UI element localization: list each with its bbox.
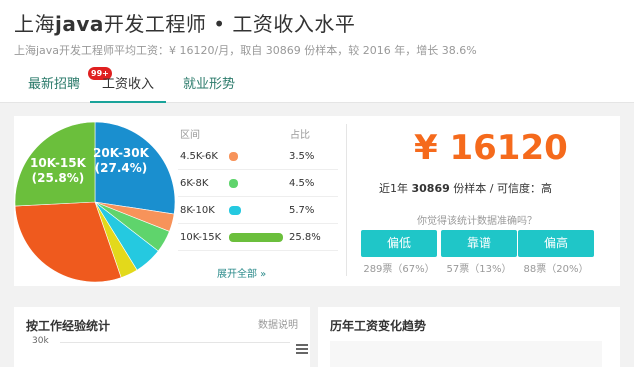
tab-salary[interactable]: 工资收入 [90,72,166,103]
column-header-range: 区间 [180,130,200,141]
axis-tick-label: 30k [32,336,49,346]
table-row: 4.5K-6K 3.5% [178,143,338,170]
pie-label-20k-30k-range: 20K-30K [93,146,149,160]
trend-card: 历年工资变化趋势 [318,307,620,367]
title-suffix: 开发工程师 • 工资收入水平 [103,12,356,36]
axis-gridline [60,342,290,343]
tab-latest-jobs-label: 最新招聘 [27,77,80,92]
sample-info: 近1年 30869 份样本 / 可信度：高 [379,180,552,196]
row-range: 6K-8K [180,178,209,189]
table-row: 8K-10K 5.7% [178,197,338,224]
vote-high-count: 88票（20%） [523,264,589,275]
vote-high-button[interactable]: 偏高 [518,230,594,257]
page-title: 上海java开发工程师 • 工资收入水平 [14,8,355,37]
page-header: 上海java开发工程师 • 工资收入水平 上海java开发工程师平均工资：¥ 1… [0,0,634,103]
row-pct: 5.7% [289,205,315,216]
vote-reliable-count: 57票（13%） [446,264,512,275]
table-row: 6K-8K 4.5% [178,170,338,197]
sample-suffix: 份样本 / 可信度：高 [449,182,552,195]
vote-low-count: 289票（67%） [363,264,435,275]
pie-label-10k-15k-pct: (25.8%) [31,171,85,185]
divider [346,124,347,276]
tab-latest-jobs[interactable]: 最新招聘 99+ [26,67,112,103]
salary-subtitle: 上海java开发工程师平均工资：¥ 16120/月，取自 30869 份样本，较… [14,44,477,57]
pie-label-10k-15k: 10K-15K (25.8%) [30,156,86,186]
tab-employment[interactable]: 就业形势 [178,72,240,103]
vote-reliable-button[interactable]: 靠谱 [441,230,517,257]
row-bar [229,179,239,188]
experience-card: 按工作经验统计 数据说明 30k [14,307,310,367]
row-pct: 3.5% [289,151,315,162]
table-row: 10K-15K 25.8% [178,224,338,251]
row-pct: 4.5% [289,178,315,189]
vote-low-button[interactable]: 偏低 [361,230,437,257]
trend-chart-area [330,341,602,367]
row-range: 4.5K-6K [180,151,218,162]
title-prefix: 上海 [14,12,55,36]
experience-card-title: 按工作经验统计 [26,319,111,333]
accuracy-question: 你觉得该统计数据准确吗？ [417,216,537,227]
row-range: 10K-15K [180,232,222,243]
row-bar [229,152,238,161]
row-bar [229,233,283,242]
row-range: 8K-10K [180,205,215,216]
pie-label-10k-15k-range: 10K-15K [30,156,86,170]
expand-all-link[interactable]: 展开全部 » [217,265,266,280]
sample-count: 30869 [411,182,450,195]
sample-prefix: 近1年 [379,182,412,195]
average-salary: ¥ 16120 [414,128,568,168]
chart-menu-icon[interactable] [296,344,308,354]
pie-label-20k-30k: 20K-30K (27.4%) [93,146,149,176]
trend-card-title: 历年工资变化趋势 [330,319,427,333]
title-keyword: java [55,12,104,36]
row-pct: 25.8% [289,232,321,243]
pie-label-20k-30k-pct: (27.4%) [94,161,148,175]
row-bar [229,206,241,215]
column-header-pct: 占比 [290,130,310,141]
data-note-link[interactable]: 数据说明 [258,316,298,331]
